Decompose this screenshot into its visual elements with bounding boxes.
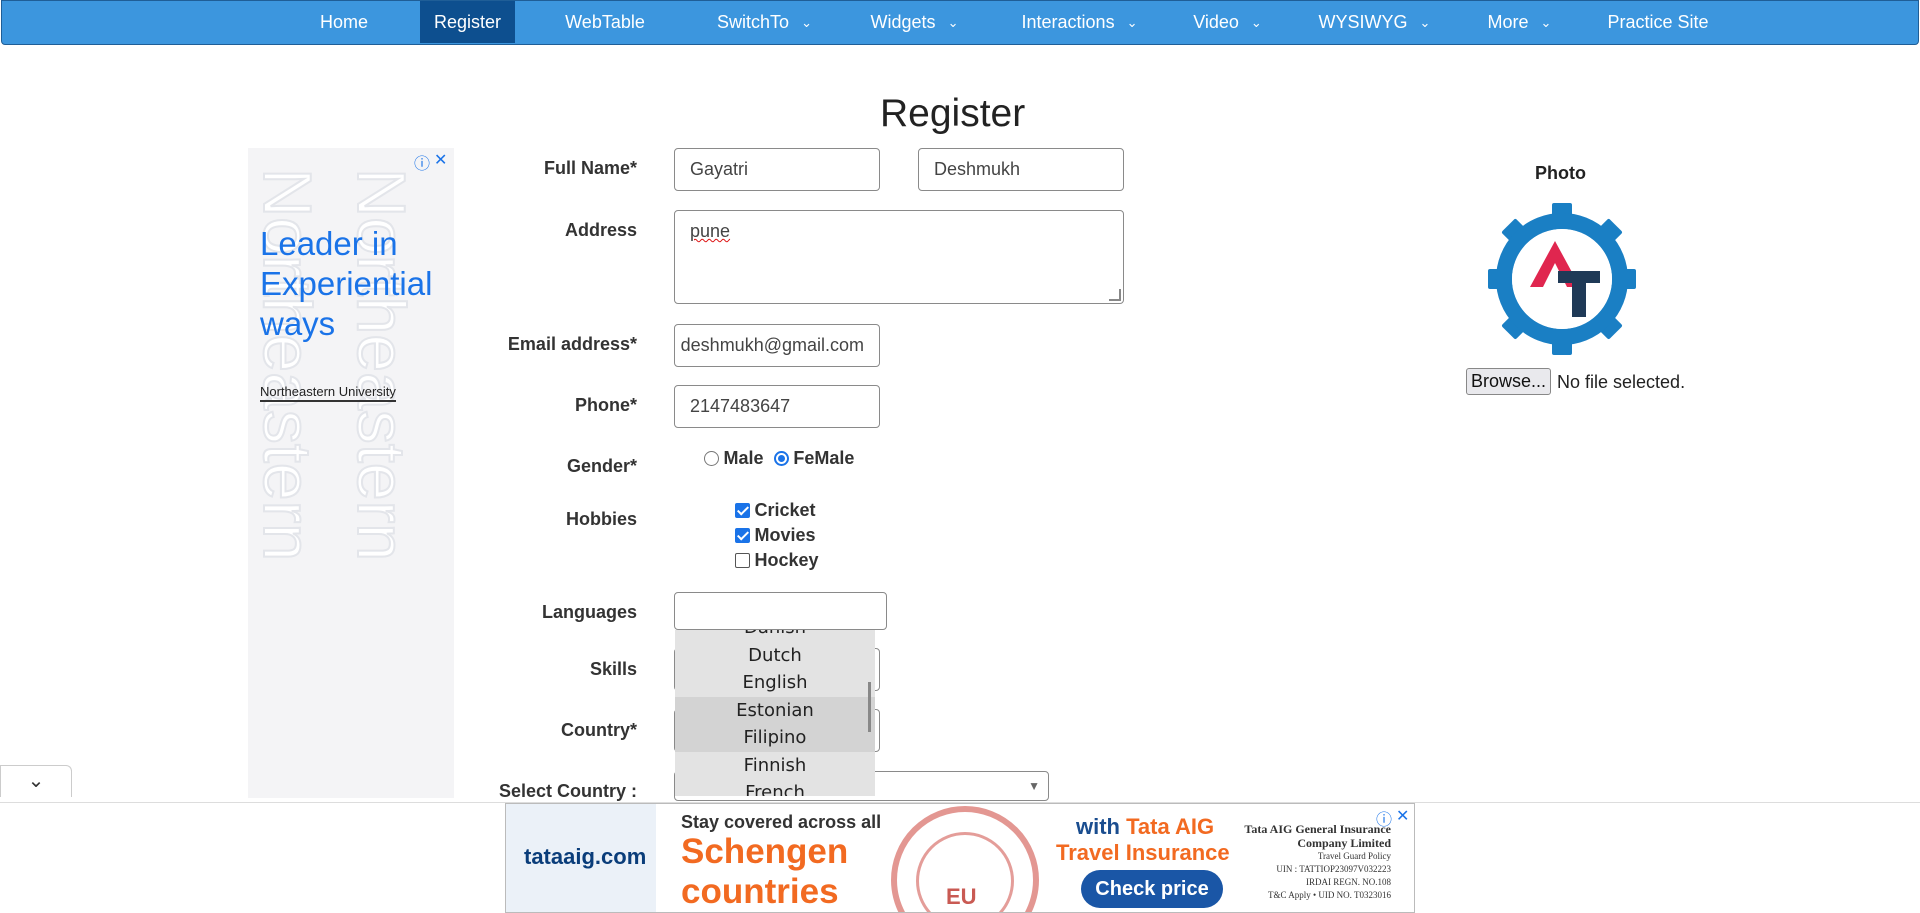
languages-dropdown-list[interactable]: Danish Dutch English Estonian Filipino F… <box>675 630 875 796</box>
file-status: No file selected. <box>1557 372 1686 392</box>
ad-brand[interactable]: Northeastern University <box>260 384 396 402</box>
nav-more[interactable]: More ⌄ <box>1472 1 1567 43</box>
ad-collapse-button[interactable]: ⌄ <box>0 765 72 797</box>
languages-label: Languages <box>541 602 637 622</box>
radio-female[interactable] <box>773 451 789 466</box>
language-option[interactable]: Estonian <box>675 696 875 724</box>
ad-with-text: with <box>1076 814 1120 839</box>
ad-logo: tataaig.com <box>524 844 647 869</box>
radio-male-label: Male <box>723 448 764 468</box>
nav-home-label: Home <box>319 12 368 32</box>
chevron-down-icon: ⌄ <box>1250 15 1262 30</box>
checkbox-movies[interactable] <box>735 528 750 543</box>
ad-fine-line: IRDAI REGN. NO.108 <box>1306 877 1391 887</box>
top-navbar: Home Register WebTable SwitchTo ⌄ Widgets… <box>1 0 1919 45</box>
ad-bottom-banner[interactable]: tataaig.com Stay covered across all Sche… <box>505 803 1415 913</box>
nav-wysiwyg-label: WYSIWYG <box>1318 12 1408 32</box>
ad-brand-text: Tata AIG <box>1126 814 1215 839</box>
nav-practice-site[interactable]: Practice Site <box>1596 1 1720 43</box>
first-name-input[interactable]: Gayatri <box>674 148 880 191</box>
ad-fine-line: T&C Apply • UID NO. T0323016 <box>1268 890 1391 900</box>
ad-product: Travel Insurance <box>1056 840 1230 865</box>
checkbox-hockey[interactable] <box>735 553 750 568</box>
radio-female-label: FeMale <box>793 448 855 468</box>
page-title: Register <box>880 92 1026 135</box>
language-option[interactable]: Filipino <box>675 724 875 752</box>
gear-logo-icon <box>1488 203 1636 355</box>
email-input[interactable]: deshmukh@gmail.com <box>674 324 880 367</box>
hobby-hockey-label: Hockey <box>754 550 819 570</box>
ad-headline: Schengen countries <box>681 832 849 911</box>
email-label: Email address* <box>507 334 637 354</box>
phone-label: Phone* <box>574 395 637 415</box>
nav-video[interactable]: Video ⌄ <box>1180 1 1275 43</box>
photo-title: Photo <box>1535 163 1586 183</box>
chevron-down-icon: ⌄ <box>801 15 812 30</box>
ad-headline[interactable]: Leader in Experiential ways <box>260 224 454 344</box>
chevron-down-icon: ⌄ <box>1540 15 1552 30</box>
nav-widgets-label: Widgets <box>870 12 936 32</box>
hobby-cricket: Cricket <box>735 500 815 521</box>
chevron-down-icon: ⌄ <box>947 15 959 30</box>
ad-tagline: Stay covered across all <box>681 812 882 832</box>
nav-video-label: Video <box>1193 12 1239 32</box>
nav-register[interactable]: Register <box>420 1 515 43</box>
language-option[interactable]: Finnish <box>675 752 875 780</box>
nav-more-label: More <box>1487 12 1529 32</box>
select-country-label: Select Country : <box>498 781 637 801</box>
nav-register-label: Register <box>433 12 502 32</box>
resize-handle-icon[interactable] <box>1109 289 1121 301</box>
browse-button[interactable]: Browse... <box>1466 368 1551 395</box>
chevron-down-icon: ⌄ <box>1419 15 1431 30</box>
language-option[interactable]: French <box>675 779 875 796</box>
nav-webtable-label: WebTable <box>565 12 645 32</box>
gender-group: Male FeMale <box>704 448 854 469</box>
nav-practice-site-label: Practice Site <box>1607 12 1709 32</box>
ad-with-line: with Tata AIG <box>1076 814 1214 840</box>
address-textarea[interactable]: pune <box>674 210 1124 304</box>
nav-widgets[interactable]: Widgets ⌄ <box>857 1 972 43</box>
address-text: pune <box>690 221 731 241</box>
hobby-movies: Movies <box>735 525 815 546</box>
hobby-hockey: Hockey <box>735 550 819 571</box>
nav-wysiwyg[interactable]: WYSIWYG ⌄ <box>1307 1 1442 43</box>
address-label: Address <box>564 220 637 240</box>
ad-fine-print: Tata AIG General Insurance Company Limit… <box>1241 822 1391 902</box>
checkbox-cricket[interactable] <box>735 503 750 518</box>
country-label: Country* <box>561 720 637 740</box>
last-name-input[interactable]: Deshmukh <box>918 148 1124 191</box>
chevron-down-icon: ▼ <box>1028 779 1040 793</box>
stamp-text: EU <box>946 884 977 909</box>
info-icon[interactable]: ⓘ <box>1376 806 1392 830</box>
full-name-label: Full Name* <box>543 158 637 178</box>
radio-male[interactable] <box>704 451 719 466</box>
ad-fine-title: Tata AIG General Insurance Company Limit… <box>1244 822 1391 850</box>
hobby-movies-label: Movies <box>754 525 816 545</box>
nav-webtable[interactable]: WebTable <box>550 1 660 43</box>
language-option[interactable]: Dutch <box>675 642 875 670</box>
languages-input[interactable] <box>674 592 887 630</box>
info-icon[interactable]: ⓘ <box>414 150 430 174</box>
hobby-cricket-label: Cricket <box>754 500 816 520</box>
nav-interactions[interactable]: Interactions ⌄ <box>1007 1 1152 43</box>
ad-fine-line: Travel Guard Policy <box>1317 851 1391 861</box>
dropdown-scrollbar[interactable] <box>868 682 871 732</box>
ad-left-banner[interactable]: Northeastern Northeastern ⓘ ✕ Leader in … <box>248 148 454 798</box>
nav-interactions-label: Interactions <box>1021 12 1115 32</box>
check-price-button[interactable]: Check price <box>1081 870 1223 908</box>
phone-input[interactable]: 2147483647 <box>674 385 880 428</box>
language-option[interactable]: English <box>675 669 875 697</box>
gender-label: Gender* <box>566 456 637 476</box>
close-icon[interactable]: ✕ <box>434 150 447 170</box>
nav-home[interactable]: Home <box>302 1 386 43</box>
nav-switchto-label: SwitchTo <box>717 12 790 32</box>
chevron-down-icon: ⌄ <box>1126 15 1138 30</box>
close-icon[interactable]: ✕ <box>1396 806 1409 826</box>
ad-fine-line: UIN : TATTIOP23097V032223 <box>1276 864 1391 874</box>
skills-label: Skills <box>589 659 637 679</box>
chevron-down-icon: ⌄ <box>27 770 45 792</box>
language-option[interactable]: Danish <box>675 630 875 642</box>
nav-switchto[interactable]: SwitchTo ⌄ <box>702 1 827 43</box>
hobbies-label: Hobbies <box>565 509 637 529</box>
